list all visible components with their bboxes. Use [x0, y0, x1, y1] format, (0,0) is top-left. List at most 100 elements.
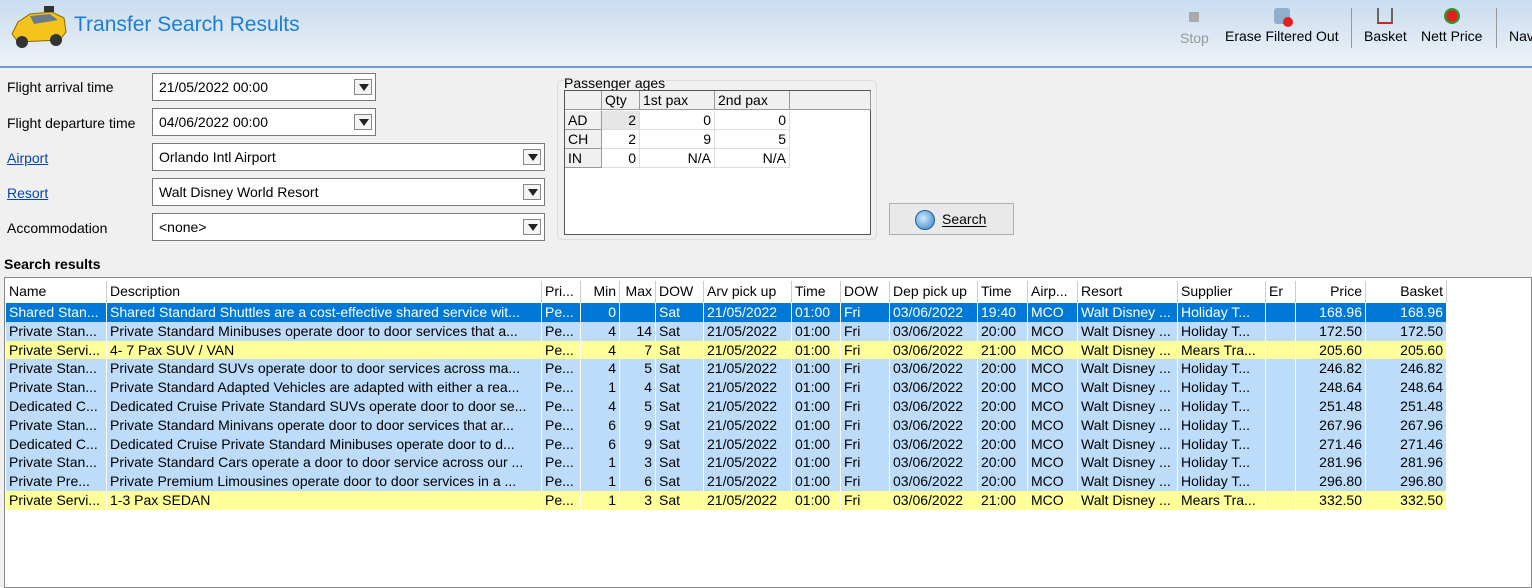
- airport-link[interactable]: Airport: [7, 150, 48, 166]
- table-cell: Mears Tra...: [1178, 491, 1266, 510]
- pax-cell[interactable]: N/A: [640, 149, 715, 168]
- airport-select[interactable]: Orlando Intl Airport: [152, 143, 545, 171]
- table-row[interactable]: Private Servi... 1-3 Pax SEDAN Pe... 1 3 Sat 2…: [6, 491, 1447, 510]
- search-button-label: Search: [942, 211, 987, 227]
- table-cell: Private Stan...: [6, 415, 107, 435]
- column-header[interactable]: Dep pick up: [890, 281, 978, 302]
- column-header[interactable]: Min: [581, 281, 620, 302]
- stop-button[interactable]: Stop: [1180, 8, 1209, 46]
- table-cell: Pe...: [542, 340, 581, 360]
- table-cell: 14: [620, 321, 656, 341]
- chevron-down-icon[interactable]: [523, 149, 541, 165]
- table-cell: 20:00: [978, 434, 1028, 454]
- table-cell: Private Stan...: [6, 321, 107, 341]
- table-cell: [1266, 472, 1296, 492]
- column-header[interactable]: Supplier: [1178, 281, 1266, 302]
- column-header[interactable]: Basket: [1366, 281, 1447, 302]
- table-row[interactable]: Private Pre... Private Premium Limousines…: [6, 472, 1447, 492]
- table-cell: MCO: [1028, 321, 1078, 341]
- table-cell: Private Standard Cars operate a door to …: [107, 453, 542, 473]
- pax-cell[interactable]: 9: [640, 130, 715, 149]
- taxi-logo-icon: [11, 6, 67, 48]
- table-cell: 5: [620, 397, 656, 416]
- table-cell: 4: [581, 359, 620, 379]
- table-cell: Walt Disney ...: [1078, 472, 1178, 492]
- table-row[interactable]: Private Stan... Private Standard Minivans…: [6, 415, 1447, 435]
- nett-price-button[interactable]: Nett Price: [1421, 8, 1482, 44]
- table-row[interactable]: Dedicated C... Dedicated Cruise Private S…: [6, 434, 1447, 454]
- chevron-down-icon[interactable]: [523, 219, 541, 235]
- table-cell: 20:00: [978, 397, 1028, 416]
- table-cell: Holiday T...: [1178, 434, 1266, 454]
- column-header[interactable]: Pri...: [542, 281, 581, 302]
- table-row[interactable]: Dedicated C... Dedicated Cruise Private S…: [6, 397, 1447, 416]
- column-header[interactable]: DOW: [656, 281, 704, 302]
- erase-filtered-out-button[interactable]: Erase Filtered Out: [1225, 8, 1339, 44]
- chevron-down-icon[interactable]: [354, 79, 372, 95]
- search-button[interactable]: Search: [889, 203, 1014, 235]
- pax-cell[interactable]: N/A: [715, 149, 790, 168]
- table-cell: 21/05/2022: [704, 321, 792, 341]
- column-header[interactable]: DOW: [841, 281, 890, 302]
- table-cell: [1266, 397, 1296, 416]
- table-cell: Sat: [656, 378, 704, 398]
- table-cell: 01:00: [792, 303, 841, 322]
- column-header[interactable]: Description: [107, 281, 542, 302]
- column-header[interactable]: Max: [620, 281, 656, 302]
- table-cell: Dedicated C...: [6, 434, 107, 454]
- table-row[interactable]: Private Servi... 4- 7 Pax SUV / VAN Pe... 4…: [6, 340, 1447, 360]
- column-header[interactable]: Resort: [1078, 281, 1178, 302]
- table-cell: Holiday T...: [1178, 415, 1266, 435]
- resort-link[interactable]: Resort: [7, 185, 48, 201]
- resort-value: Walt Disney World Resort: [159, 184, 319, 200]
- table-cell: 20:00: [978, 453, 1028, 473]
- arrival-time-input[interactable]: 21/05/2022 00:00: [152, 73, 376, 101]
- table-cell: 03/06/2022: [890, 453, 978, 473]
- chevron-down-icon[interactable]: [523, 184, 541, 200]
- table-cell: Holiday T...: [1178, 397, 1266, 416]
- column-header[interactable]: Name: [6, 281, 107, 302]
- nav-button[interactable]: Nav: [1509, 8, 1532, 44]
- resort-select[interactable]: Walt Disney World Resort: [152, 178, 545, 206]
- table-row[interactable]: Private Stan... Private Standard Cars ope…: [6, 453, 1447, 473]
- pax-cell[interactable]: 2: [602, 130, 640, 149]
- table-cell: MCO: [1028, 434, 1078, 454]
- results-grid[interactable]: Name Description Pri... Min Max DOW Arv pick u…: [4, 277, 1532, 588]
- table-cell: 9: [620, 415, 656, 435]
- accommodation-select[interactable]: <none>: [152, 213, 545, 241]
- column-header[interactable]: Price: [1296, 281, 1366, 302]
- column-header[interactable]: Time: [792, 281, 841, 302]
- column-header[interactable]: Er: [1266, 281, 1296, 302]
- table-cell: Walt Disney ...: [1078, 359, 1178, 379]
- table-cell: 01:00: [792, 397, 841, 416]
- table-cell: Pe...: [542, 434, 581, 454]
- pax-cell[interactable]: 0: [715, 111, 790, 130]
- pax-cell[interactable]: 0: [602, 149, 640, 168]
- table-cell: Dedicated Cruise Private Standard SUVs o…: [107, 397, 542, 416]
- pax-cell[interactable]: 5: [715, 130, 790, 149]
- passenger-ages-table[interactable]: Qty 1st pax 2nd pax AD 2 0 0 CH 2 9 5 IN 0 N/A N/A: [564, 90, 871, 235]
- pax-cell[interactable]: 2: [602, 111, 640, 130]
- table-row[interactable]: Private Stan... Private Standard SUVs ope…: [6, 359, 1447, 379]
- table-row[interactable]: Private Stan... Private Standard Minibuse…: [6, 321, 1447, 341]
- departure-time-value: 04/06/2022 00:00: [159, 114, 268, 130]
- column-header[interactable]: Airp...: [1028, 281, 1078, 302]
- table-cell: 9: [620, 434, 656, 454]
- departure-time-input[interactable]: 04/06/2022 00:00: [152, 108, 376, 136]
- table-cell: 21:00: [978, 340, 1028, 360]
- table-row[interactable]: Shared Stan... Shared Standard Shuttles a…: [6, 303, 1447, 322]
- table-cell: 267.96: [1366, 415, 1447, 435]
- chevron-down-icon[interactable]: [354, 114, 372, 130]
- table-cell: Walt Disney ...: [1078, 397, 1178, 416]
- pax-cell[interactable]: 0: [640, 111, 715, 130]
- table-row[interactable]: Private Stan... Private Standard Adapted …: [6, 378, 1447, 398]
- table-cell: 01:00: [792, 472, 841, 492]
- basket-button[interactable]: Basket: [1364, 8, 1407, 44]
- column-header[interactable]: Time: [978, 281, 1028, 302]
- table-cell: Fri: [841, 397, 890, 416]
- table-cell: Walt Disney ...: [1078, 303, 1178, 322]
- table-cell: 205.60: [1366, 340, 1447, 360]
- table-cell: 332.50: [1366, 491, 1447, 510]
- table-cell: MCO: [1028, 303, 1078, 322]
- column-header[interactable]: Arv pick up: [704, 281, 792, 302]
